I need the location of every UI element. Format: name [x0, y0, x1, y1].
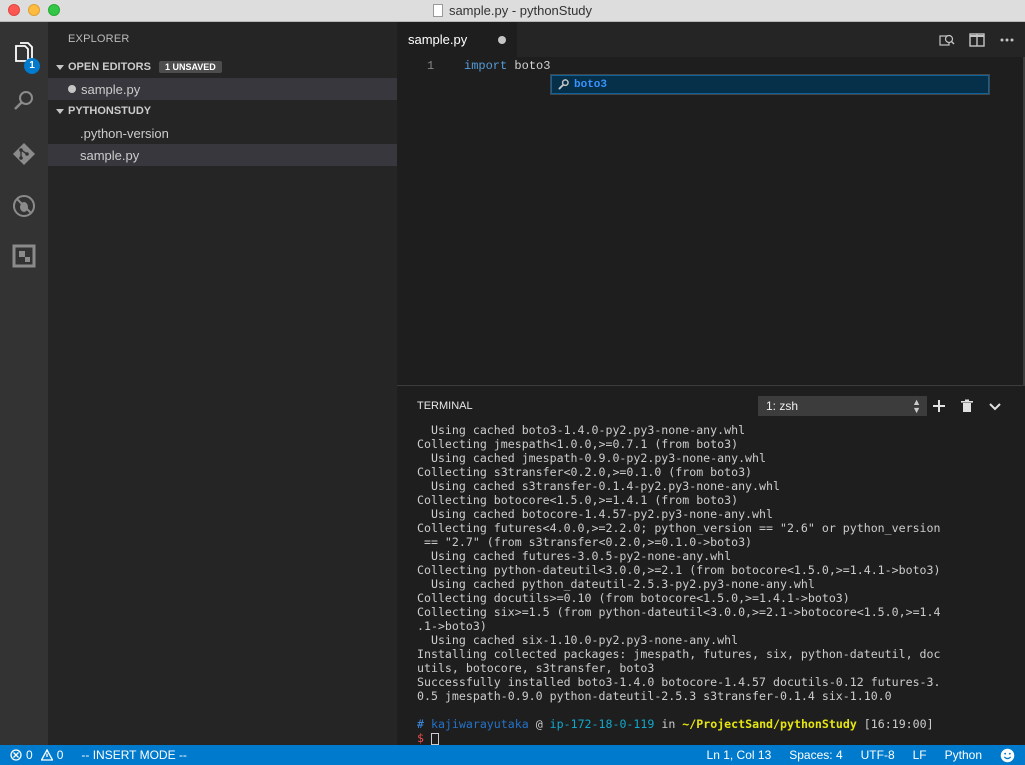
tab-sample-py[interactable]: sample.py	[397, 22, 517, 57]
code-line[interactable]: import boto3	[464, 59, 550, 73]
problems-indicator[interactable]: 0 0	[10, 748, 63, 762]
activity-bar: 1	[0, 22, 48, 745]
prompt-dollar: $	[417, 731, 424, 745]
line-number: 1	[427, 59, 435, 73]
terminal-selector[interactable]: 1: zsh ▲ ▼	[758, 396, 927, 416]
file-label: sample.py	[80, 147, 140, 163]
prompt-hash: #	[417, 717, 424, 731]
smiley-feedback-icon[interactable]	[1000, 748, 1015, 763]
chevron-down-icon	[56, 108, 64, 114]
open-editor-item[interactable]: sample.py	[48, 78, 397, 100]
plus-icon[interactable]	[932, 399, 946, 413]
chevron-down-icon[interactable]	[988, 399, 1002, 413]
open-editor-label: sample.py	[81, 81, 141, 97]
window-title: sample.py - pythonStudy	[448, 3, 593, 18]
terminal-output[interactable]: Using cached boto3-1.4.0-py2.py3-none-an…	[417, 423, 941, 703]
close-window-button[interactable]	[8, 4, 20, 16]
unsaved-dot-icon	[68, 85, 76, 93]
title-bar: sample.py - pythonStudy	[0, 0, 1025, 22]
window-controls	[8, 4, 60, 16]
error-icon	[10, 749, 22, 761]
maximize-window-button[interactable]	[48, 4, 60, 16]
project-folder-header[interactable]: PYTHONSTUDY	[48, 100, 397, 122]
open-editors-label: OPEN EDITORS	[68, 61, 151, 73]
indentation[interactable]: Spaces: 4	[789, 748, 842, 762]
file-item-python-version[interactable]: .python-version	[48, 122, 397, 144]
prompt-host: ip-172-18-0-119	[549, 717, 655, 731]
updown-arrows-icon: ▲ ▼	[912, 397, 921, 415]
explorer-activity-button[interactable]: 1	[0, 28, 48, 76]
file-item-sample-py[interactable]: sample.py	[48, 144, 397, 166]
tab-label: sample.py	[408, 32, 468, 47]
project-folder-label: PYTHONSTUDY	[68, 105, 152, 117]
status-left: 0 0 -- INSERT MODE --	[10, 745, 187, 765]
minimize-window-button[interactable]	[28, 4, 40, 16]
file-label: .python-version	[80, 125, 169, 141]
terminal-prompt[interactable]: # kajiwarayutaka @ ip-172-18-0-119 in ~/…	[417, 717, 934, 745]
open-changes-icon[interactable]	[939, 32, 955, 48]
window-title-area: sample.py - pythonStudy	[432, 3, 593, 18]
search-activity-button[interactable]	[0, 76, 48, 124]
end-of-line[interactable]: LF	[913, 748, 927, 762]
prompt-user: kajiwarayutaka	[430, 717, 529, 731]
terminal-tab-title[interactable]: TERMINAL	[417, 400, 473, 412]
unsaved-badge: 1 UNSAVED	[158, 61, 222, 73]
prompt-in: in	[661, 717, 676, 731]
terminal-selector-value: 1: zsh	[766, 399, 799, 413]
suggestion-item[interactable]: boto3	[551, 75, 989, 94]
suggestion-label: boto3	[574, 78, 608, 91]
wrench-icon	[558, 79, 569, 90]
search-icon	[14, 91, 33, 110]
trash-icon[interactable]	[960, 399, 974, 413]
prompt-time: [16:19:00]	[863, 717, 934, 731]
source-control-activity-button[interactable]	[0, 130, 48, 178]
module-token: boto3	[507, 59, 551, 73]
language-mode[interactable]: Python	[945, 748, 982, 762]
terminal-cursor	[430, 732, 439, 745]
warning-count: 0	[56, 748, 64, 762]
editor-actions	[939, 22, 1015, 57]
vim-mode: -- INSERT MODE --	[81, 748, 187, 762]
more-actions-icon[interactable]	[999, 32, 1015, 48]
explorer-badge: 1	[24, 58, 40, 74]
suggestion-widget: boto3	[550, 74, 990, 95]
extensions-activity-button[interactable]	[0, 232, 48, 280]
sidebar-title: EXPLORER	[68, 33, 130, 45]
code-editor[interactable]: 1 import boto3 boto3	[397, 57, 1025, 385]
prompt-path: ~/ProjectSand/pythonStudy	[682, 717, 857, 731]
explorer-sidebar: EXPLORER OPEN EDITORS 1 UNSAVED sample.p…	[48, 22, 397, 745]
unsaved-dot-icon[interactable]	[498, 36, 506, 44]
debug-icon	[13, 195, 35, 217]
prompt-at: @	[535, 717, 543, 731]
keyword-token: import	[464, 59, 508, 73]
file-icon	[432, 4, 443, 17]
cursor-position[interactable]: Ln 1, Col 13	[707, 748, 772, 762]
terminal-actions	[932, 396, 1002, 416]
debug-activity-button[interactable]	[0, 182, 48, 230]
encoding[interactable]: UTF-8	[861, 748, 895, 762]
editor-tab-bar: sample.py	[397, 22, 1025, 57]
extensions-icon	[12, 244, 36, 268]
split-editor-icon[interactable]	[969, 32, 985, 48]
open-editors-header[interactable]: OPEN EDITORS 1 UNSAVED	[48, 56, 397, 78]
warning-icon	[40, 749, 53, 761]
git-icon	[13, 143, 35, 165]
terminal-panel: TERMINAL 1: zsh ▲ ▼ Using cached boto3-1.…	[397, 385, 1025, 745]
status-bar: 0 0 -- INSERT MODE -- Ln 1, Col 13 Space…	[0, 745, 1025, 765]
status-right: Ln 1, Col 13 Spaces: 4 UTF-8 LF Python	[707, 745, 1015, 765]
error-count: 0	[26, 748, 33, 762]
chevron-down-icon	[56, 64, 64, 70]
